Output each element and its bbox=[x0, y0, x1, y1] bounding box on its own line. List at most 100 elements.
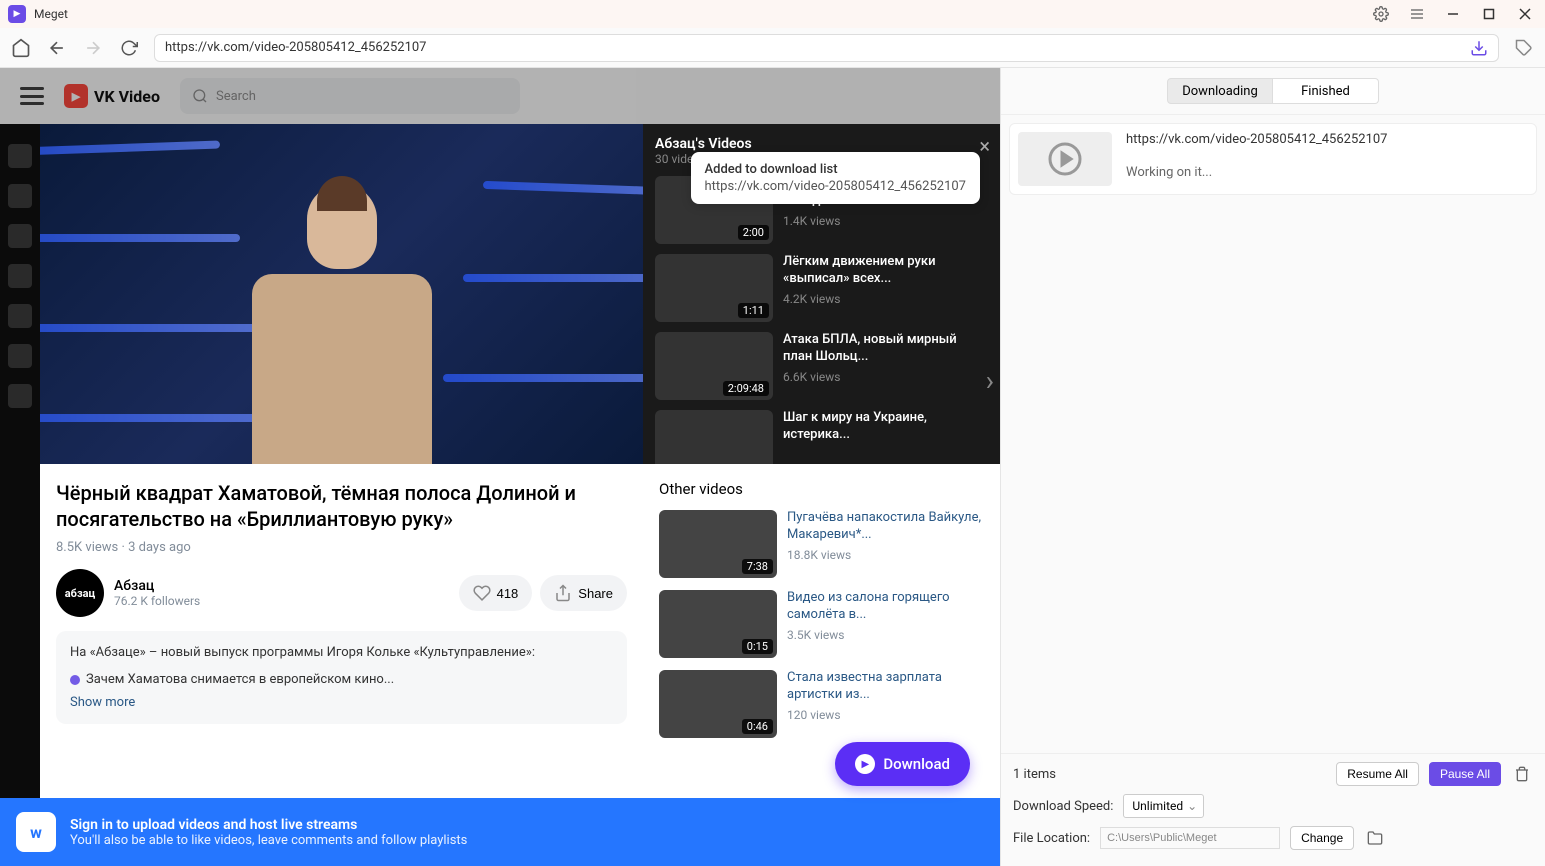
search-icon bbox=[192, 88, 208, 104]
back-button[interactable] bbox=[46, 37, 68, 59]
signin-subtitle: You'll also be able to like videos, leav… bbox=[70, 833, 467, 848]
playlist-title: Абзац's Videos bbox=[655, 136, 988, 152]
trash-icon[interactable] bbox=[1511, 763, 1533, 785]
rail-icon[interactable] bbox=[8, 384, 32, 408]
playlist-item[interactable]: 2:09:48 Атака БПЛА, новый мирный план Шо… bbox=[655, 332, 988, 400]
url-text: https://vk.com/video-205805412_456252107 bbox=[165, 40, 1470, 55]
search-placeholder: Search bbox=[216, 89, 256, 104]
playlist-thumbnail: 1:11 bbox=[655, 254, 773, 322]
other-video-item[interactable]: 0:46 Стала известна зарплата артистки из… bbox=[659, 670, 984, 738]
items-count: 1 items bbox=[1013, 767, 1056, 782]
video-description: На «Абзаце» – новый выпуск программы Иго… bbox=[56, 631, 627, 724]
show-more-link[interactable]: Show more bbox=[70, 695, 613, 710]
playlist-item-title: Лёгким движением руки «выписал» всех... bbox=[783, 254, 988, 288]
desc-line: На «Абзаце» – новый выпуск программы Иго… bbox=[70, 645, 613, 660]
resume-all-button[interactable]: Resume All bbox=[1336, 762, 1419, 786]
url-input[interactable]: https://vk.com/video-205805412_456252107 bbox=[154, 34, 1499, 62]
share-button[interactable]: Share bbox=[540, 575, 627, 611]
download-url: https://vk.com/video-205805412_456252107 bbox=[1126, 132, 1528, 147]
vk-logo-text: VK Video bbox=[94, 87, 160, 106]
download-status: Working on it... bbox=[1126, 165, 1528, 180]
download-button[interactable]: ▶ Download bbox=[835, 742, 970, 786]
download-icon: ▶ bbox=[855, 754, 875, 774]
duration-badge: 2:09:48 bbox=[723, 381, 769, 396]
tab-downloading[interactable]: Downloading bbox=[1167, 78, 1273, 104]
speed-label: Download Speed: bbox=[1013, 799, 1113, 814]
change-location-button[interactable]: Change bbox=[1290, 826, 1354, 850]
playlist-item-views: 4.2K views bbox=[783, 292, 988, 306]
playlist-item-views: 1.4K views bbox=[783, 214, 988, 228]
heart-icon bbox=[473, 584, 491, 602]
playlist-thumbnail bbox=[655, 410, 773, 464]
other-video-views: 120 views bbox=[787, 708, 984, 722]
playlist-item[interactable]: 1:11 Лёгким движением руки «выписал» все… bbox=[655, 254, 988, 322]
vk-logo[interactable]: ▶ VK Video bbox=[64, 84, 160, 108]
playlist-item-title: Шаг к миру на Украине, истерика... bbox=[783, 410, 988, 444]
bookmark-button[interactable] bbox=[1513, 37, 1535, 59]
location-input[interactable] bbox=[1100, 827, 1280, 849]
channel-name[interactable]: Абзац bbox=[114, 578, 200, 594]
rail-icon[interactable] bbox=[8, 264, 32, 288]
download-item[interactable]: https://vk.com/video-205805412_456252107… bbox=[1009, 123, 1537, 195]
toast-url: https://vk.com/video-205805412_456252107 bbox=[705, 179, 967, 194]
close-playlist-icon[interactable]: × bbox=[979, 134, 990, 158]
rail-icon[interactable] bbox=[8, 144, 32, 168]
channel-avatar[interactable]: абзац bbox=[56, 569, 104, 617]
rail-icon[interactable] bbox=[8, 224, 32, 248]
play-icon bbox=[1047, 141, 1083, 177]
other-video-views: 18.8K views bbox=[787, 548, 984, 562]
other-video-views: 3.5K views bbox=[787, 628, 984, 642]
bullet-icon bbox=[70, 675, 80, 685]
other-video-title: Пугачёва напакостила Вайкуле, Макаревич*… bbox=[787, 510, 984, 544]
vk-badge-icon: w bbox=[16, 812, 56, 852]
duration-badge: 0:46 bbox=[742, 719, 773, 734]
rail-icon[interactable] bbox=[8, 304, 32, 328]
location-label: File Location: bbox=[1013, 831, 1090, 846]
playlist-item[interactable]: Шаг к миру на Украине, истерика... bbox=[655, 410, 988, 464]
rail-icon[interactable] bbox=[8, 344, 32, 368]
share-label: Share bbox=[578, 586, 613, 601]
download-thumbnail bbox=[1018, 132, 1112, 186]
vk-menu-icon[interactable] bbox=[20, 87, 44, 105]
minimize-button[interactable] bbox=[1441, 4, 1465, 24]
duration-badge: 7:38 bbox=[742, 559, 773, 574]
download-toast: Added to download list https://vk.com/vi… bbox=[691, 152, 981, 204]
desc-line: Зачем Хаматова снимается в европейском к… bbox=[86, 672, 394, 687]
duration-badge: 1:11 bbox=[738, 303, 769, 318]
rail-icon[interactable] bbox=[8, 184, 32, 208]
other-video-thumbnail: 0:46 bbox=[659, 670, 777, 738]
like-button[interactable]: 418 bbox=[459, 575, 533, 611]
close-button[interactable] bbox=[1513, 4, 1537, 24]
speed-select[interactable]: Unlimited bbox=[1123, 794, 1204, 818]
folder-icon[interactable] bbox=[1364, 827, 1386, 849]
like-count: 418 bbox=[497, 586, 519, 601]
pause-all-button[interactable]: Pause All bbox=[1429, 762, 1501, 786]
home-button[interactable] bbox=[10, 37, 32, 59]
toast-title: Added to download list bbox=[705, 162, 967, 177]
tab-finished[interactable]: Finished bbox=[1273, 78, 1379, 104]
forward-button[interactable] bbox=[82, 37, 104, 59]
speed-value: Unlimited bbox=[1132, 799, 1183, 813]
maximize-button[interactable] bbox=[1477, 4, 1501, 24]
share-icon bbox=[554, 584, 572, 602]
other-video-thumbnail: 7:38 bbox=[659, 510, 777, 578]
other-video-item[interactable]: 7:38 Пугачёва напакостила Вайкуле, Макар… bbox=[659, 510, 984, 578]
reload-button[interactable] bbox=[118, 37, 140, 59]
download-label: Download bbox=[883, 755, 950, 773]
duration-badge: 2:00 bbox=[738, 225, 769, 240]
chevron-right-icon[interactable]: › bbox=[986, 364, 994, 397]
other-video-title: Стала известна зарплата артистки из... bbox=[787, 670, 984, 704]
playlist-item-views: 6.6K views bbox=[783, 370, 988, 384]
signin-banner: w Sign in to upload videos and host live… bbox=[0, 798, 1000, 866]
other-video-title: Видео из салона горящего самолёта в... bbox=[787, 590, 984, 624]
video-stats: 8.5K views · 3 days ago bbox=[56, 540, 627, 555]
vk-search-input[interactable]: Search bbox=[180, 78, 520, 114]
settings-icon[interactable] bbox=[1369, 4, 1393, 24]
video-player[interactable] bbox=[40, 124, 643, 464]
download-url-icon[interactable] bbox=[1470, 39, 1488, 57]
hamburger-icon[interactable] bbox=[1405, 4, 1429, 24]
app-icon bbox=[8, 5, 26, 23]
other-video-thumbnail: 0:15 bbox=[659, 590, 777, 658]
signin-title: Sign in to upload videos and host live s… bbox=[70, 817, 467, 833]
other-video-item[interactable]: 0:15 Видео из салона горящего самолёта в… bbox=[659, 590, 984, 658]
